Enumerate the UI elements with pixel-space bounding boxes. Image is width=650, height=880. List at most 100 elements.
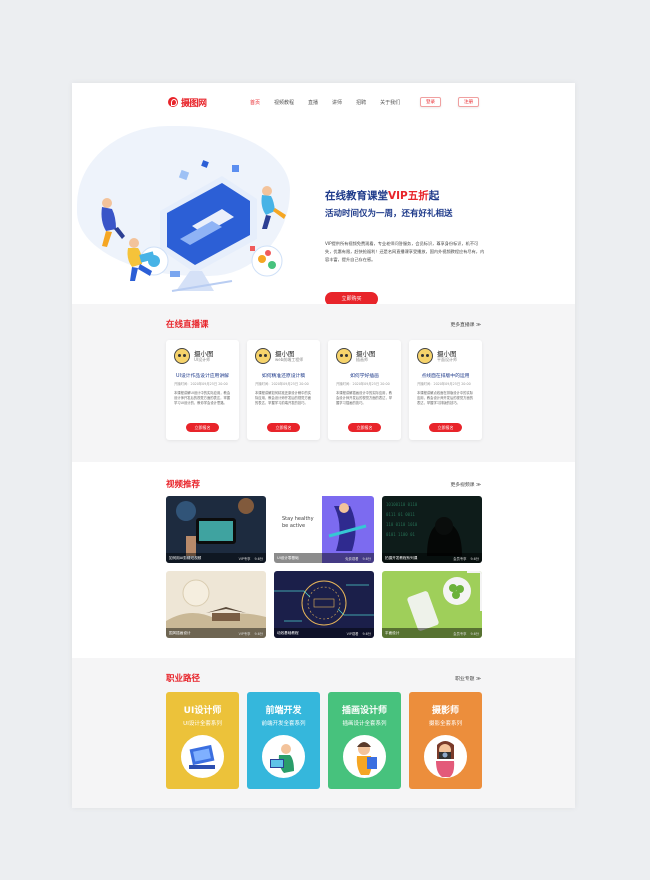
career-card-ui[interactable]: UI设计师 UI设计全套系列 (166, 692, 239, 789)
avatar (255, 348, 271, 364)
video-caption: 平面设计 会员专享 9.6分 (382, 628, 482, 638)
video-card[interactable]: 动效基础教程 VIP观看 9.6分 (274, 571, 374, 638)
video-tag: VIP专享 (238, 631, 251, 636)
teacher-role: web前端工程师 (275, 357, 304, 362)
course-title: 点线面在排版中的运用 (421, 374, 470, 379)
hero-banner: 在线教育课堂VIP五折起 活动时间仅为一周，还有好礼相送 VIP提供所有视频免费… (72, 121, 575, 306)
more-career-link[interactable]: 职业专题 ≫ (455, 675, 481, 682)
hero-illustration (101, 160, 286, 292)
svg-text:Stay healthy: Stay healthy (282, 516, 314, 522)
video-title: 国风插画设计 (169, 630, 191, 635)
svg-text:0111 01 0011: 0111 01 0011 (386, 512, 415, 517)
video-caption: 动效基础教程 VIP观看 9.6分 (274, 628, 374, 638)
more-video-link[interactable]: 更多视频课 ≫ (450, 481, 481, 488)
career-title: 前端开发 (265, 706, 302, 716)
career-illustration (424, 735, 467, 778)
video-card[interactable]: 如何用AI剪辑短视频 VIP专享 9.6分 (166, 496, 266, 563)
course-description: 本课程讲解点线面在排版设计中的实际应用，教会设计师开发后的视觉方面的表达，掌握学… (417, 391, 474, 406)
nav-item-home[interactable]: 首页 (250, 99, 260, 106)
video-tag: VIP观看 (346, 631, 359, 636)
live-card[interactable]: 摄小图 插画师 如何学好插画 开播时间：2020年09月25日 20:00 本课… (328, 340, 401, 440)
main-nav: 首页 视频教程 直播 讲师 招聘 关于我们 (250, 99, 414, 106)
video-title: 如何用AI剪辑短视频 (169, 555, 202, 560)
logo[interactable]: 摄图网 (168, 96, 207, 109)
career-card-frontend[interactable]: 前端开发 前端开发全套系列 (247, 692, 320, 789)
video-card[interactable]: 10100110 0110 0111 01 0011 110 0110 1010 0… (382, 496, 482, 563)
svg-text:10100110 0110: 10100110 0110 (386, 502, 418, 507)
register-course-button[interactable]: 立即报名 (429, 423, 462, 432)
hero-subtitle: 活动时间仅为一周，还有好礼相送 (325, 209, 453, 219)
career-path-section: 职业路径 职业专题 ≫ UI设计师 UI设计全套系列 前端开发 前端开发全套系列 (72, 658, 575, 808)
register-course-button[interactable]: 立即报名 (267, 423, 300, 432)
live-card[interactable]: 摄小图 web前端工程师 如何精准还原设计稿 开播时间：2020年09月25日 … (247, 340, 320, 440)
video-caption: 如何用AI剪辑短视频 VIP专享 9.6分 (166, 553, 266, 563)
nav-item-jobs[interactable]: 招聘 (356, 99, 366, 106)
nav-item-about[interactable]: 关于我们 (380, 99, 400, 106)
svg-text:be active: be active (282, 523, 305, 529)
career-subtitle: 插画设计全套系列 (342, 721, 387, 727)
video-card[interactable]: 平面设计 会员专享 9.6分 (382, 571, 482, 638)
video-title: 平面设计 (385, 630, 400, 635)
career-illustration (343, 735, 386, 778)
svg-text:110 0110 1010: 110 0110 1010 (386, 522, 418, 527)
register-course-button[interactable]: 立即报名 (348, 423, 381, 432)
more-live-link[interactable]: 更多直播课 ≫ (450, 321, 481, 328)
video-tag: VIP专享 (238, 556, 251, 561)
video-title: 动效基础教程 (277, 630, 299, 635)
career-subtitle: 摄影全套系列 (428, 721, 462, 727)
video-grid: 如何用AI剪辑短视频 VIP专享 9.6分 Stay healthy be ac… (166, 496, 483, 638)
video-score: 9.6分 (362, 556, 371, 561)
register-course-button[interactable]: 立即报名 (186, 423, 219, 432)
video-recommend-section: 视频推荐 更多视频课 ≫ 如何用AI剪辑短视频 VIP专享 9.6分 Stay … (72, 462, 575, 658)
video-title: UI设计零基础 (277, 555, 299, 560)
video-title: 拍摄开发教程系列课 (385, 555, 418, 560)
video-tag: 会员专享 (453, 556, 467, 561)
svg-text:0101 1100 01: 0101 1100 01 (386, 532, 415, 537)
logo-icon (168, 97, 178, 107)
career-title: UI设计师 (183, 706, 222, 716)
nav-item-live[interactable]: 直播 (308, 99, 318, 106)
course-time: 开播时间：2020年09月25日 20:00 (417, 382, 471, 386)
section-title-video: 视频推荐 (166, 480, 201, 490)
logo-text: 摄图网 (181, 98, 207, 109)
career-subtitle: UI设计全套系列 (183, 721, 222, 727)
teacher-role: 平面设计师 (437, 357, 457, 362)
course-description: 本课程讲解UI设计中的实际应用，教会设计师开发后的视觉方面的表达，掌握学习UI设… (174, 391, 231, 406)
page: 摄图网 首页 视频教程 直播 讲师 招聘 关于我们 登录 注册 在线教育课堂VI… (72, 83, 575, 808)
career-subtitle: 前端开发全套系列 (261, 721, 306, 727)
teacher-role: 插画师 (356, 357, 368, 362)
career-card-list: UI设计师 UI设计全套系列 前端开发 前端开发全套系列 插画设计师 插画设计全… (166, 692, 482, 789)
nav-item-video-tutorials[interactable]: 视频教程 (274, 99, 294, 106)
live-card[interactable]: 摄小图 平面设计师 点线面在排版中的运用 开播时间：2020年09月25日 20… (409, 340, 482, 440)
course-title: 如何学好插画 (350, 374, 379, 379)
course-description: 本课程讲解插画设计中的实际应用，教会设计师开发后的视觉方面的表达，掌握学习插画的… (336, 391, 393, 406)
video-score: 9.6分 (254, 631, 263, 636)
video-caption: UI设计零基础 免费观看 9.6分 (274, 553, 374, 563)
video-caption: 国风插画设计 VIP专享 9.6分 (166, 628, 266, 638)
course-title: 如何精准还原设计稿 (261, 374, 306, 379)
career-card-photography[interactable]: 摄影师 摄影全套系列 (409, 692, 482, 789)
section-title-career: 职业路径 (166, 674, 201, 684)
career-title: 摄影师 (431, 706, 459, 716)
course-time: 开播时间：2020年09月25日 20:00 (174, 382, 228, 386)
video-score: 9.6分 (470, 631, 479, 636)
video-caption: 拍摄开发教程系列课 会员专享 9.6分 (382, 553, 482, 563)
video-score: 9.6分 (362, 631, 371, 636)
course-description: 本课程讲解如何精准还原设计稿中的实际应用，教会设计师开发后的视觉方面的表达，掌握… (255, 391, 312, 406)
header: 摄图网 首页 视频教程 直播 讲师 招聘 关于我们 登录 注册 (72, 83, 575, 121)
login-button[interactable]: 登录 (420, 97, 441, 107)
video-score: 9.6分 (254, 556, 263, 561)
avatar (174, 348, 190, 364)
nav-item-teachers[interactable]: 讲师 (332, 99, 342, 106)
live-courses-section: 在线直播课 更多直播课 ≫ 摄小图 UI设计师 UI设计作品设计应用讲解 开播时… (72, 304, 575, 462)
video-card[interactable]: Stay healthy be active UI设计零基础 免费观看 9.6分 (274, 496, 374, 563)
course-title: UI设计作品设计应用讲解 (176, 374, 229, 379)
register-button[interactable]: 注册 (458, 97, 479, 107)
live-card[interactable]: 摄小图 UI设计师 UI设计作品设计应用讲解 开播时间：2020年09月25日 … (166, 340, 239, 440)
career-card-illustration[interactable]: 插画设计师 插画设计全套系列 (328, 692, 401, 789)
career-illustration (262, 735, 305, 778)
course-time: 开播时间：2020年09月25日 20:00 (336, 382, 390, 386)
video-card[interactable]: 国风插画设计 VIP专享 9.6分 (166, 571, 266, 638)
video-tag: 会员专享 (453, 631, 467, 636)
section-title-live: 在线直播课 (166, 320, 209, 330)
